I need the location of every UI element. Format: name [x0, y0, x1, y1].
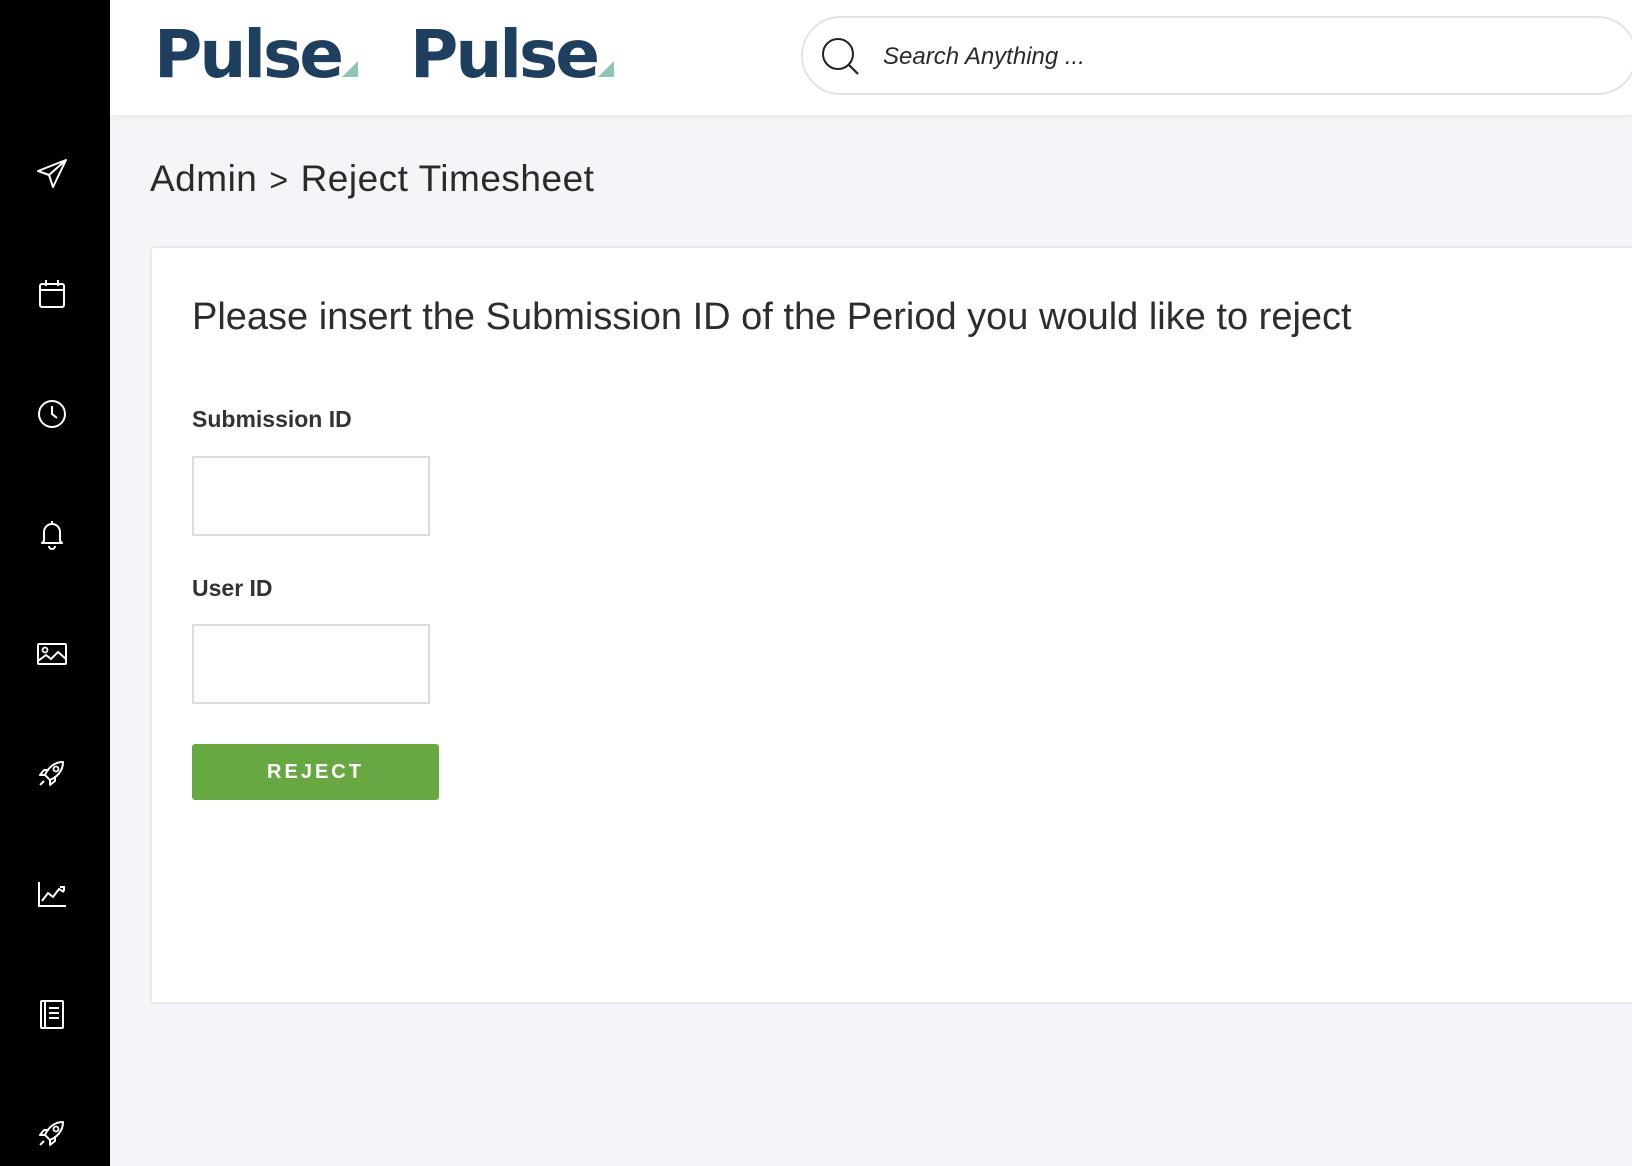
search-bar[interactable] [801, 16, 1632, 95]
clock-icon [38, 400, 66, 428]
sidebar-item-launch[interactable] [20, 742, 84, 806]
submission-id-input[interactable] [192, 456, 430, 536]
logo[interactable]: Pulse [154, 22, 359, 88]
breadcrumb-root[interactable]: Admin [150, 158, 257, 199]
logo-accent-icon [598, 61, 615, 77]
rocket-icon [39, 1121, 64, 1146]
search-input[interactable] [881, 32, 1605, 82]
reject-timesheet-card: Please insert the Submission ID of the P… [150, 246, 1632, 1004]
sidebar-item-calendar[interactable] [20, 262, 84, 326]
top-bar: Pulse Pulse [110, 0, 1632, 115]
sidebar-item-gallery[interactable] [20, 622, 84, 686]
logo-secondary: Pulse [410, 22, 615, 88]
form-title: Please insert the Submission ID of the P… [192, 296, 1352, 338]
reject-button[interactable]: REJECT [192, 744, 439, 800]
logo-secondary-text: Pulse [410, 16, 600, 93]
sidebar-item-time[interactable] [20, 382, 84, 446]
breadcrumb: Admin > Reject Timesheet [150, 158, 594, 200]
rocket-icon [39, 761, 64, 786]
user-id-label: User ID [192, 575, 273, 601]
sidebar-item-analytics[interactable] [20, 862, 84, 926]
chart-icon [38, 882, 66, 907]
bell-icon [41, 521, 63, 550]
search-icon [822, 38, 859, 75]
sidebar [0, 0, 110, 1166]
user-id-input[interactable] [192, 624, 430, 704]
breadcrumb-separator: > [269, 162, 289, 198]
sidebar-item-docs[interactable] [20, 982, 84, 1046]
sidebar-item-send[interactable] [20, 142, 84, 206]
image-icon [37, 643, 67, 665]
breadcrumb-current: Reject Timesheet [300, 158, 595, 199]
logo-text: Pulse [154, 16, 344, 93]
book-icon [40, 1000, 64, 1029]
calendar-icon [39, 280, 65, 308]
sidebar-item-notifications[interactable] [20, 502, 84, 566]
sidebar-item-launch-2[interactable] [20, 1102, 84, 1166]
paper-plane-icon [37, 159, 67, 188]
logo-accent-icon [342, 61, 359, 77]
submission-id-label: Submission ID [192, 406, 352, 432]
